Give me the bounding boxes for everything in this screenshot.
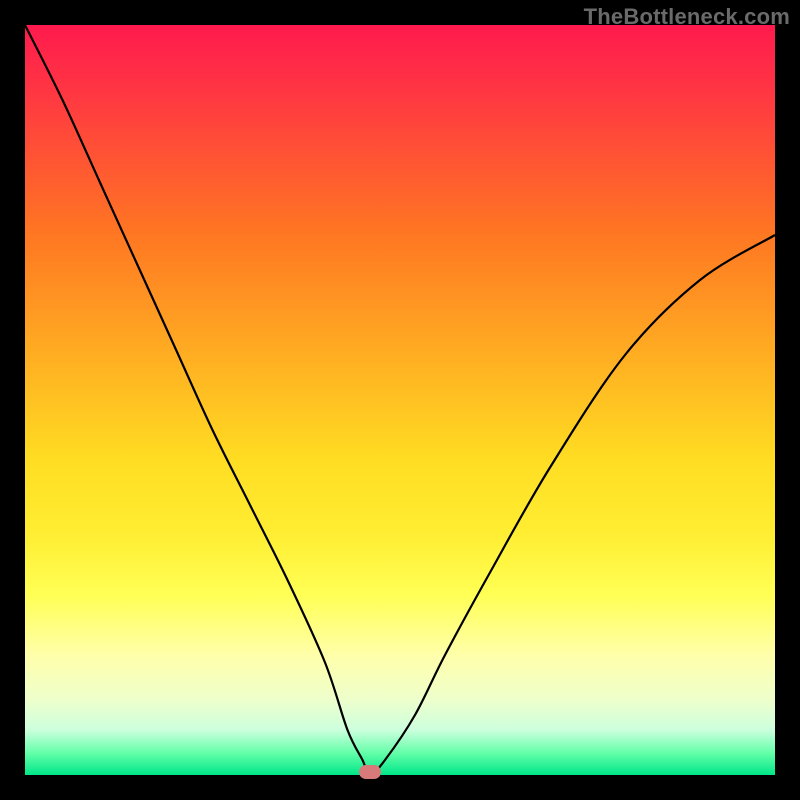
- chart-frame: TheBottleneck.com: [0, 0, 800, 800]
- optimal-marker: [359, 765, 381, 779]
- bottleneck-curve: [25, 25, 775, 775]
- curve-path: [25, 25, 775, 775]
- plot-area: [25, 25, 775, 775]
